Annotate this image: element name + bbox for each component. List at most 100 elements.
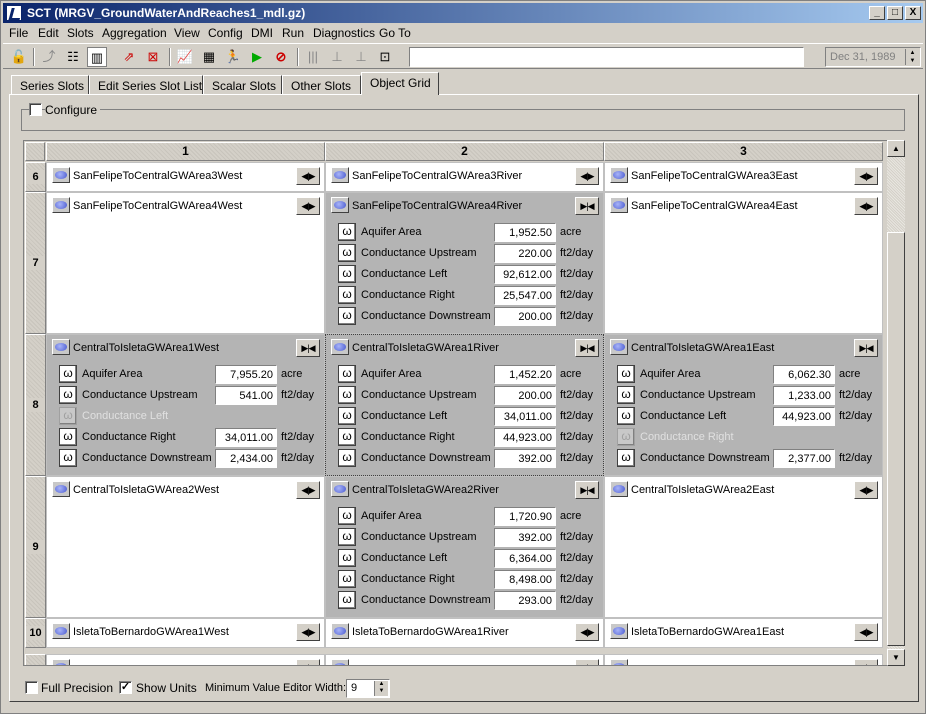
slot-value-field[interactable]: 200.00	[494, 307, 556, 326]
tab-object-grid[interactable]: Object Grid	[361, 72, 439, 95]
toolbar-text-field[interactable]	[409, 47, 804, 67]
collapse-slots-icon[interactable]: ▶|◀	[575, 339, 599, 357]
link-icon[interactable]: ⤴	[39, 47, 59, 67]
full-precision-checkbox[interactable]	[25, 681, 38, 694]
tab-edit-series-slot-list[interactable]: Edit Series Slot List	[89, 75, 203, 95]
groundwater-object-icon[interactable]	[331, 167, 349, 183]
column-icon[interactable]: ▥	[87, 47, 107, 67]
slot-icon[interactable]: ω	[617, 365, 635, 383]
grid-cell[interactable]: CentralToIsletaGWArea2East ◀|▶	[604, 476, 883, 618]
slot-icon[interactable]: ω	[338, 449, 356, 467]
collapse-slots-icon[interactable]: ▶|◀	[575, 197, 599, 215]
close-object-icon[interactable]: ⊠	[143, 47, 163, 67]
show-units-checkbox[interactable]: ✓	[119, 681, 132, 694]
column-header-3[interactable]: 3	[604, 142, 883, 161]
expand-slots-icon[interactable]: ◀|▶	[854, 623, 878, 641]
groundwater-object-icon[interactable]	[331, 197, 349, 213]
grid-cell[interactable]: CentralToIsletaGWArea1West ▶|◀ ω Aquifer Ar…	[46, 334, 325, 476]
play-icon[interactable]: ▶	[247, 47, 267, 67]
row-header-partial[interactable]	[25, 654, 46, 665]
grid-cell[interactable]: CentralToIsletaGWArea1River ▶|◀ ω Aquifer A…	[325, 334, 604, 476]
groundwater-object-icon[interactable]	[52, 659, 70, 665]
groundwater-object-icon[interactable]	[331, 623, 349, 639]
slot-icon[interactable]: ω	[338, 407, 356, 425]
groundwater-object-icon[interactable]	[610, 167, 628, 183]
slot-icon[interactable]: ω	[338, 549, 356, 567]
grid-cell-partial[interactable]: ◀|▶	[604, 654, 883, 665]
slot-value-field[interactable]: 25,547.00	[494, 286, 556, 305]
slot-value-field[interactable]: 1,233.00	[773, 386, 835, 405]
slot-icon[interactable]: ω	[338, 507, 356, 525]
scroll-thumb[interactable]	[887, 232, 905, 646]
grid-cell[interactable]: CentralToIsletaGWArea2West ◀|▶	[46, 476, 325, 618]
fit-icon[interactable]: ⊡	[375, 47, 395, 67]
date-spin-arrows-icon[interactable]: ▲ ▼	[905, 49, 919, 65]
slot-value-field[interactable]: 6,062.30	[773, 365, 835, 384]
row-header-9[interactable]: 9	[25, 476, 46, 618]
expand-slots-icon[interactable]: ◀|▶	[296, 623, 320, 641]
groundwater-object-icon[interactable]	[610, 481, 628, 497]
tab-other-slots[interactable]: Other Slots	[282, 75, 361, 95]
groundwater-object-icon[interactable]	[610, 197, 628, 213]
menu-go-to[interactable]: Go To	[379, 26, 411, 40]
lock-icon[interactable]: 🔓	[9, 47, 29, 67]
slot-value-field[interactable]: 6,364.00	[494, 549, 556, 568]
row-header-8[interactable]: 8	[25, 334, 46, 476]
align-right-icon[interactable]: ⊥	[351, 47, 371, 67]
scroll-up-icon[interactable]: ▲	[887, 140, 905, 157]
menu-view[interactable]: View	[174, 26, 200, 40]
groundwater-object-icon[interactable]	[610, 339, 628, 355]
grid-lines-icon[interactable]: |||	[303, 47, 323, 67]
slot-value-field[interactable]: 2,377.00	[773, 449, 835, 468]
collapse-slots-icon[interactable]: ▶|◀	[296, 339, 320, 357]
grid-cell[interactable]: SanFelipeToCentralGWArea3River ◀|▶	[325, 162, 604, 192]
menu-aggregation[interactable]: Aggregation	[102, 26, 167, 40]
groundwater-object-icon[interactable]	[610, 623, 628, 639]
slot-icon[interactable]: ω	[338, 591, 356, 609]
menu-diagnostics[interactable]: Diagnostics	[313, 26, 375, 40]
row-header-7[interactable]: 7	[25, 192, 46, 334]
scroll-down-icon[interactable]: ▼	[887, 649, 905, 666]
configure-checkbox[interactable]	[29, 103, 42, 116]
groundwater-object-icon[interactable]	[52, 339, 70, 355]
menu-slots[interactable]: Slots	[67, 26, 94, 40]
grid-cell[interactable]: CentralToIsletaGWArea1East ▶|◀ ω Aquifer Ar…	[604, 334, 883, 476]
grid-cell[interactable]: SanFelipeToCentralGWArea4East ◀|▶	[604, 192, 883, 334]
menu-config[interactable]: Config	[208, 26, 243, 40]
slot-value-field[interactable]: 1,952.50	[494, 223, 556, 242]
minimize-button[interactable]: _	[869, 6, 885, 20]
expand-slots-icon[interactable]: ◀|▶	[296, 197, 320, 215]
slot-icon[interactable]: ω	[338, 365, 356, 383]
groundwater-object-icon[interactable]	[610, 659, 628, 665]
expand-slots-icon[interactable]: ◀|▶	[296, 481, 320, 499]
expand-slots-icon[interactable]: ◀|▶	[575, 623, 599, 641]
column-header-1[interactable]: 1	[46, 142, 325, 161]
slot-icon[interactable]: ω	[338, 223, 356, 241]
groundwater-object-icon[interactable]	[331, 339, 349, 355]
grid-cell[interactable]: SanFelipeToCentralGWArea3East ◀|▶	[604, 162, 883, 192]
groundwater-object-icon[interactable]	[52, 481, 70, 497]
menu-dmi[interactable]: DMI	[251, 26, 273, 40]
run-person-icon[interactable]: 🏃	[223, 47, 243, 67]
grid-cell[interactable]: SanFelipeToCentralGWArea3West ◀|▶	[46, 162, 325, 192]
slot-value-field[interactable]: 1,452.20	[494, 365, 556, 384]
grid-cell-partial[interactable]: ◀|▶	[325, 654, 604, 665]
slot-icon[interactable]: ω	[617, 407, 635, 425]
expand-slots-icon[interactable]: ◀|▶	[854, 197, 878, 215]
slot-value-field[interactable]: 8,498.00	[494, 570, 556, 589]
menu-edit[interactable]: Edit	[38, 26, 59, 40]
expand-slots-icon[interactable]: ◀|▶	[296, 659, 320, 665]
row-header-10[interactable]: 10	[25, 618, 46, 648]
expand-slots-icon[interactable]: ◀|▶	[575, 167, 599, 185]
groundwater-object-icon[interactable]	[331, 481, 349, 497]
slot-value-field[interactable]: 1,720.90	[494, 507, 556, 526]
slot-value-field[interactable]: 92,612.00	[494, 265, 556, 284]
maximize-button[interactable]: □	[887, 6, 903, 20]
grid-cell[interactable]: IsletaToBernardoGWArea1West ◀|▶	[46, 618, 325, 648]
expand-slots-icon[interactable]: ◀|▶	[854, 481, 878, 499]
vertical-scrollbar[interactable]: ▲ ▼	[887, 140, 905, 666]
align-left-icon[interactable]: ⊥	[327, 47, 347, 67]
slot-icon[interactable]: ω	[59, 407, 77, 425]
expand-slots-icon[interactable]: ◀|▶	[854, 167, 878, 185]
slot-icon[interactable]: ω	[617, 449, 635, 467]
